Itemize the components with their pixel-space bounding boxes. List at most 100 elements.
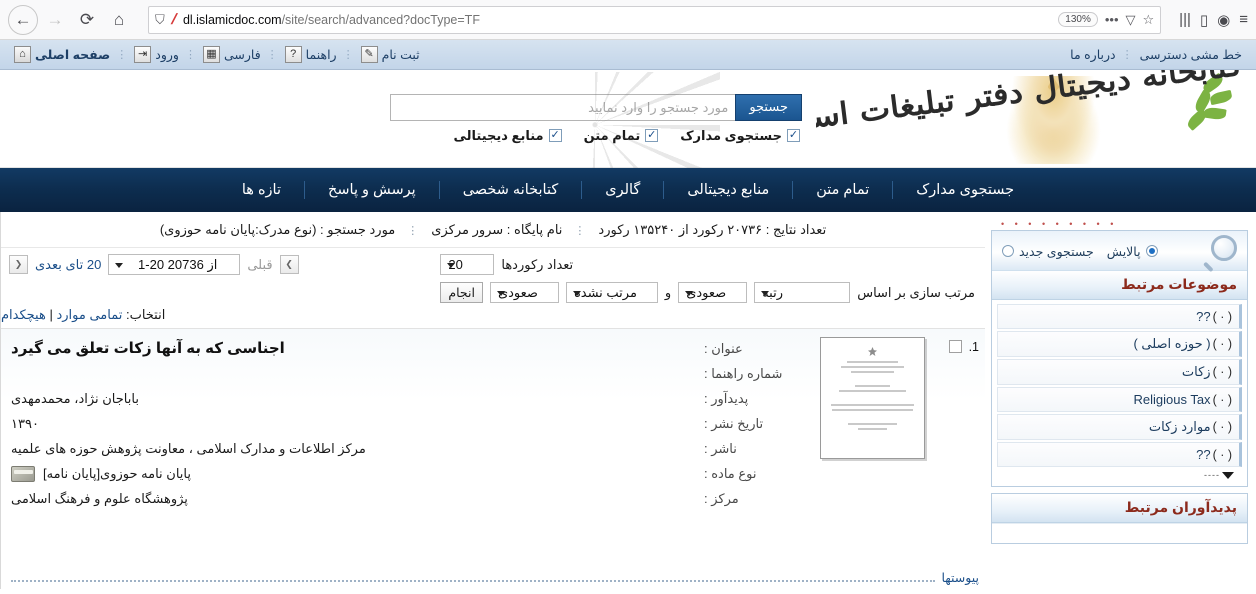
about-us-link[interactable]: درباره ما [1064, 47, 1121, 62]
facet-label: ?? [1196, 447, 1211, 462]
login-link[interactable]: ورود ⇥ [128, 46, 185, 63]
facet-count: ( · ) [1212, 337, 1232, 351]
sort-direction-1-select[interactable]: صعودی [678, 282, 748, 303]
reload-button[interactable]: ⟳ [72, 5, 102, 35]
policy-link[interactable]: خط مشی دسترسی [1134, 47, 1248, 62]
sort-field-1-select[interactable]: رتبه [754, 282, 851, 303]
facet-item[interactable]: ( · ) موارد زکات [997, 414, 1242, 440]
field-value[interactable]: اجناسی که به آنها زکات تعلق می گیرد [11, 339, 696, 357]
help-icon: ? [284, 46, 302, 63]
query-label: مورد جستجو : (نوع مدرک:پایان نامه حوزوی) [159, 222, 396, 237]
account-icon[interactable]: ◉ [1217, 11, 1230, 29]
search-button[interactable]: جستجو [735, 93, 802, 121]
show-more-subjects-button[interactable]: ---- [997, 469, 1242, 484]
facet-item[interactable]: ( · ) ( حوزه اصلی ) [997, 331, 1242, 357]
facet-label: موارد زکات [1148, 419, 1211, 434]
field-title: عنوان : اجناسی که به آنها زکات تعلق می گ… [11, 339, 812, 357]
page-range-select[interactable]: 1-20 از 20736 [108, 254, 241, 275]
related-subjects-panel: پالایش جستجوی جدید موضوعات مرتبط ( · ) ?… [991, 230, 1248, 487]
home-button[interactable]: ⌂ [104, 5, 134, 35]
sort-field-2-select[interactable]: مرتب نشده [565, 282, 658, 303]
sidebar-dot-decoration: • • • • • • • • • [1001, 219, 1118, 229]
refine-sidebar: • • • • • • • • • پالایش جستجوی جدید موض… [985, 212, 1256, 589]
language-link[interactable]: فارسی ▦ [197, 46, 267, 63]
facet-item[interactable]: ( · ) ?? [997, 304, 1242, 329]
divider: ⋮ [342, 49, 355, 61]
attachments-row: پیوستها [1, 567, 985, 589]
shield-icon[interactable]: ⛉ [155, 12, 165, 28]
permissions-blocked-icon[interactable]: / [169, 11, 179, 28]
nav-item-whats-new[interactable]: تازه ها [219, 181, 304, 199]
prev-page-button[interactable]: ❯ [279, 255, 299, 274]
forward-button[interactable]: → [40, 5, 70, 35]
help-link[interactable]: راهنما ? [279, 46, 343, 63]
facet-count: ( · ) [1212, 447, 1232, 462]
utility-links-right: خط مشی دسترسی ⋮ درباره ما [1064, 47, 1248, 62]
divider: ⋮ [1121, 49, 1134, 61]
nav-item-full-text[interactable]: تمام متن [792, 181, 892, 199]
home-page-link[interactable]: صفحه اصلی ⌂ [8, 46, 116, 63]
field-value[interactable]: باباجان نژاد، محمدمهدی [11, 391, 696, 407]
chevron-down-icon [761, 290, 770, 296]
site-logo[interactable]: کتابخانه دیجیتال دفتر تبلیغات اسلامی [816, 70, 1256, 168]
sidebar-icon[interactable]: ▯ [1200, 11, 1208, 29]
back-button[interactable]: ← [8, 4, 38, 35]
field-label: ناشر : [704, 441, 737, 456]
sort-by-label: مرتب سازی بر اساس [857, 284, 975, 300]
field-author: پدیدآور : باباجان نژاد، محمدمهدی [11, 391, 812, 407]
chevron-down-icon [1222, 471, 1234, 479]
divider: ⋮ [266, 49, 279, 61]
facet-item[interactable]: ( · ) زکات [997, 359, 1242, 385]
record-thumbnail[interactable] [820, 337, 925, 459]
facet-count: ( · ) [1212, 420, 1232, 434]
bookmark-star-icon[interactable]: ☆ [1143, 12, 1155, 28]
facet-list-authors [992, 523, 1247, 543]
facet-label: ?? [1196, 309, 1211, 324]
field-label: شماره راهنما : [704, 366, 783, 381]
sort-direction-2-select[interactable]: صعودی [489, 282, 559, 303]
dotted-divider [11, 574, 936, 582]
pocket-icon[interactable]: ▽ [1126, 12, 1136, 28]
zoom-level-badge[interactable]: 130% [1058, 12, 1098, 27]
select-all-link[interactable]: تمامی موارد [56, 307, 122, 322]
field-label: پدیدآور : [704, 391, 749, 406]
nav-item-document-search[interactable]: جستجوی مدارک [892, 181, 1037, 199]
facet-label: زکات [1181, 364, 1211, 379]
main-navigation: جستجوی مدارک تمام متن منابع دیجیتالی گال… [0, 168, 1256, 212]
page-actions-icon[interactable]: ••• [1105, 12, 1119, 27]
chevron-down-icon [447, 262, 456, 268]
site-banner: جستجو ✓ جستجوی مدارک ✓ تمام متن ✓ منابع … [0, 70, 1256, 168]
radio-new-search[interactable]: جستجوی جدید [1002, 244, 1094, 259]
field-value-wrap: پایان نامه حوزوی[پایان نامه] [11, 466, 696, 482]
app-menu-icon[interactable]: ≡ [1239, 11, 1248, 28]
nav-item-gallery[interactable]: گالری [581, 181, 663, 199]
thumbnail-seal-icon [868, 347, 877, 356]
field-label: تاریخ نشر : [704, 416, 764, 431]
pagination-controls: ❯ قبلی 1-20 از 20736 20 تای بعدی ❮ [9, 254, 299, 275]
radio-refine[interactable]: پالایش [1107, 244, 1158, 259]
facet-list-subjects: ( · ) ?? ( · ) ( حوزه اصلی ) ( · ) زکات … [992, 300, 1247, 486]
nav-item-digital-resources[interactable]: منابع دیجیتالی [663, 181, 792, 199]
next-page-label[interactable]: 20 تای بعدی [35, 257, 101, 273]
field-center: مرکز : پژوهشگاه علوم و فرهنگ اسلامی [11, 491, 812, 507]
address-bar[interactable]: ⛉ / dl.islamicdoc.com/site/search/advanc… [148, 5, 1162, 34]
results-area: تعداد نتایج : ۲۰۷۳۶ رکورد از ۱۳۵۲۴۰ رکور… [0, 212, 985, 589]
next-page-button[interactable]: ❮ [9, 255, 28, 274]
selection-separator: | [49, 307, 53, 322]
register-link[interactable]: ثبت نام ✎ [355, 46, 426, 63]
facet-label: Religious Tax [1133, 392, 1211, 407]
select-none-link[interactable]: هیچکدام [1, 307, 46, 322]
result-count-label: تعداد نتایج : ۲۰۷۳۶ رکورد از ۱۳۵۲۴۰ رکور… [598, 222, 827, 237]
nav-item-personal-library[interactable]: کتابخانه شخصی [438, 181, 582, 199]
nav-item-qa[interactable]: پرسش و پاسخ [304, 181, 439, 199]
facet-item[interactable]: ( · ) ?? [997, 442, 1242, 467]
library-icon[interactable]: ||| [1179, 11, 1191, 28]
records-per-page-select[interactable]: 20 [440, 254, 495, 275]
sort-controls: تعداد رکوردها 20 مرتب سازی بر اساس رتبه … [440, 254, 975, 303]
record-checkbox[interactable] [948, 340, 962, 353]
sort-by-line: مرتب سازی بر اساس رتبه صعودی و مرتب نشده [440, 282, 975, 303]
apply-sort-button[interactable]: انجام [440, 282, 483, 303]
field-call-number: شماره راهنما : [11, 366, 812, 382]
facet-item[interactable]: ( · ) Religious Tax [997, 387, 1242, 412]
attachments-link[interactable]: پیوستها [941, 570, 979, 585]
